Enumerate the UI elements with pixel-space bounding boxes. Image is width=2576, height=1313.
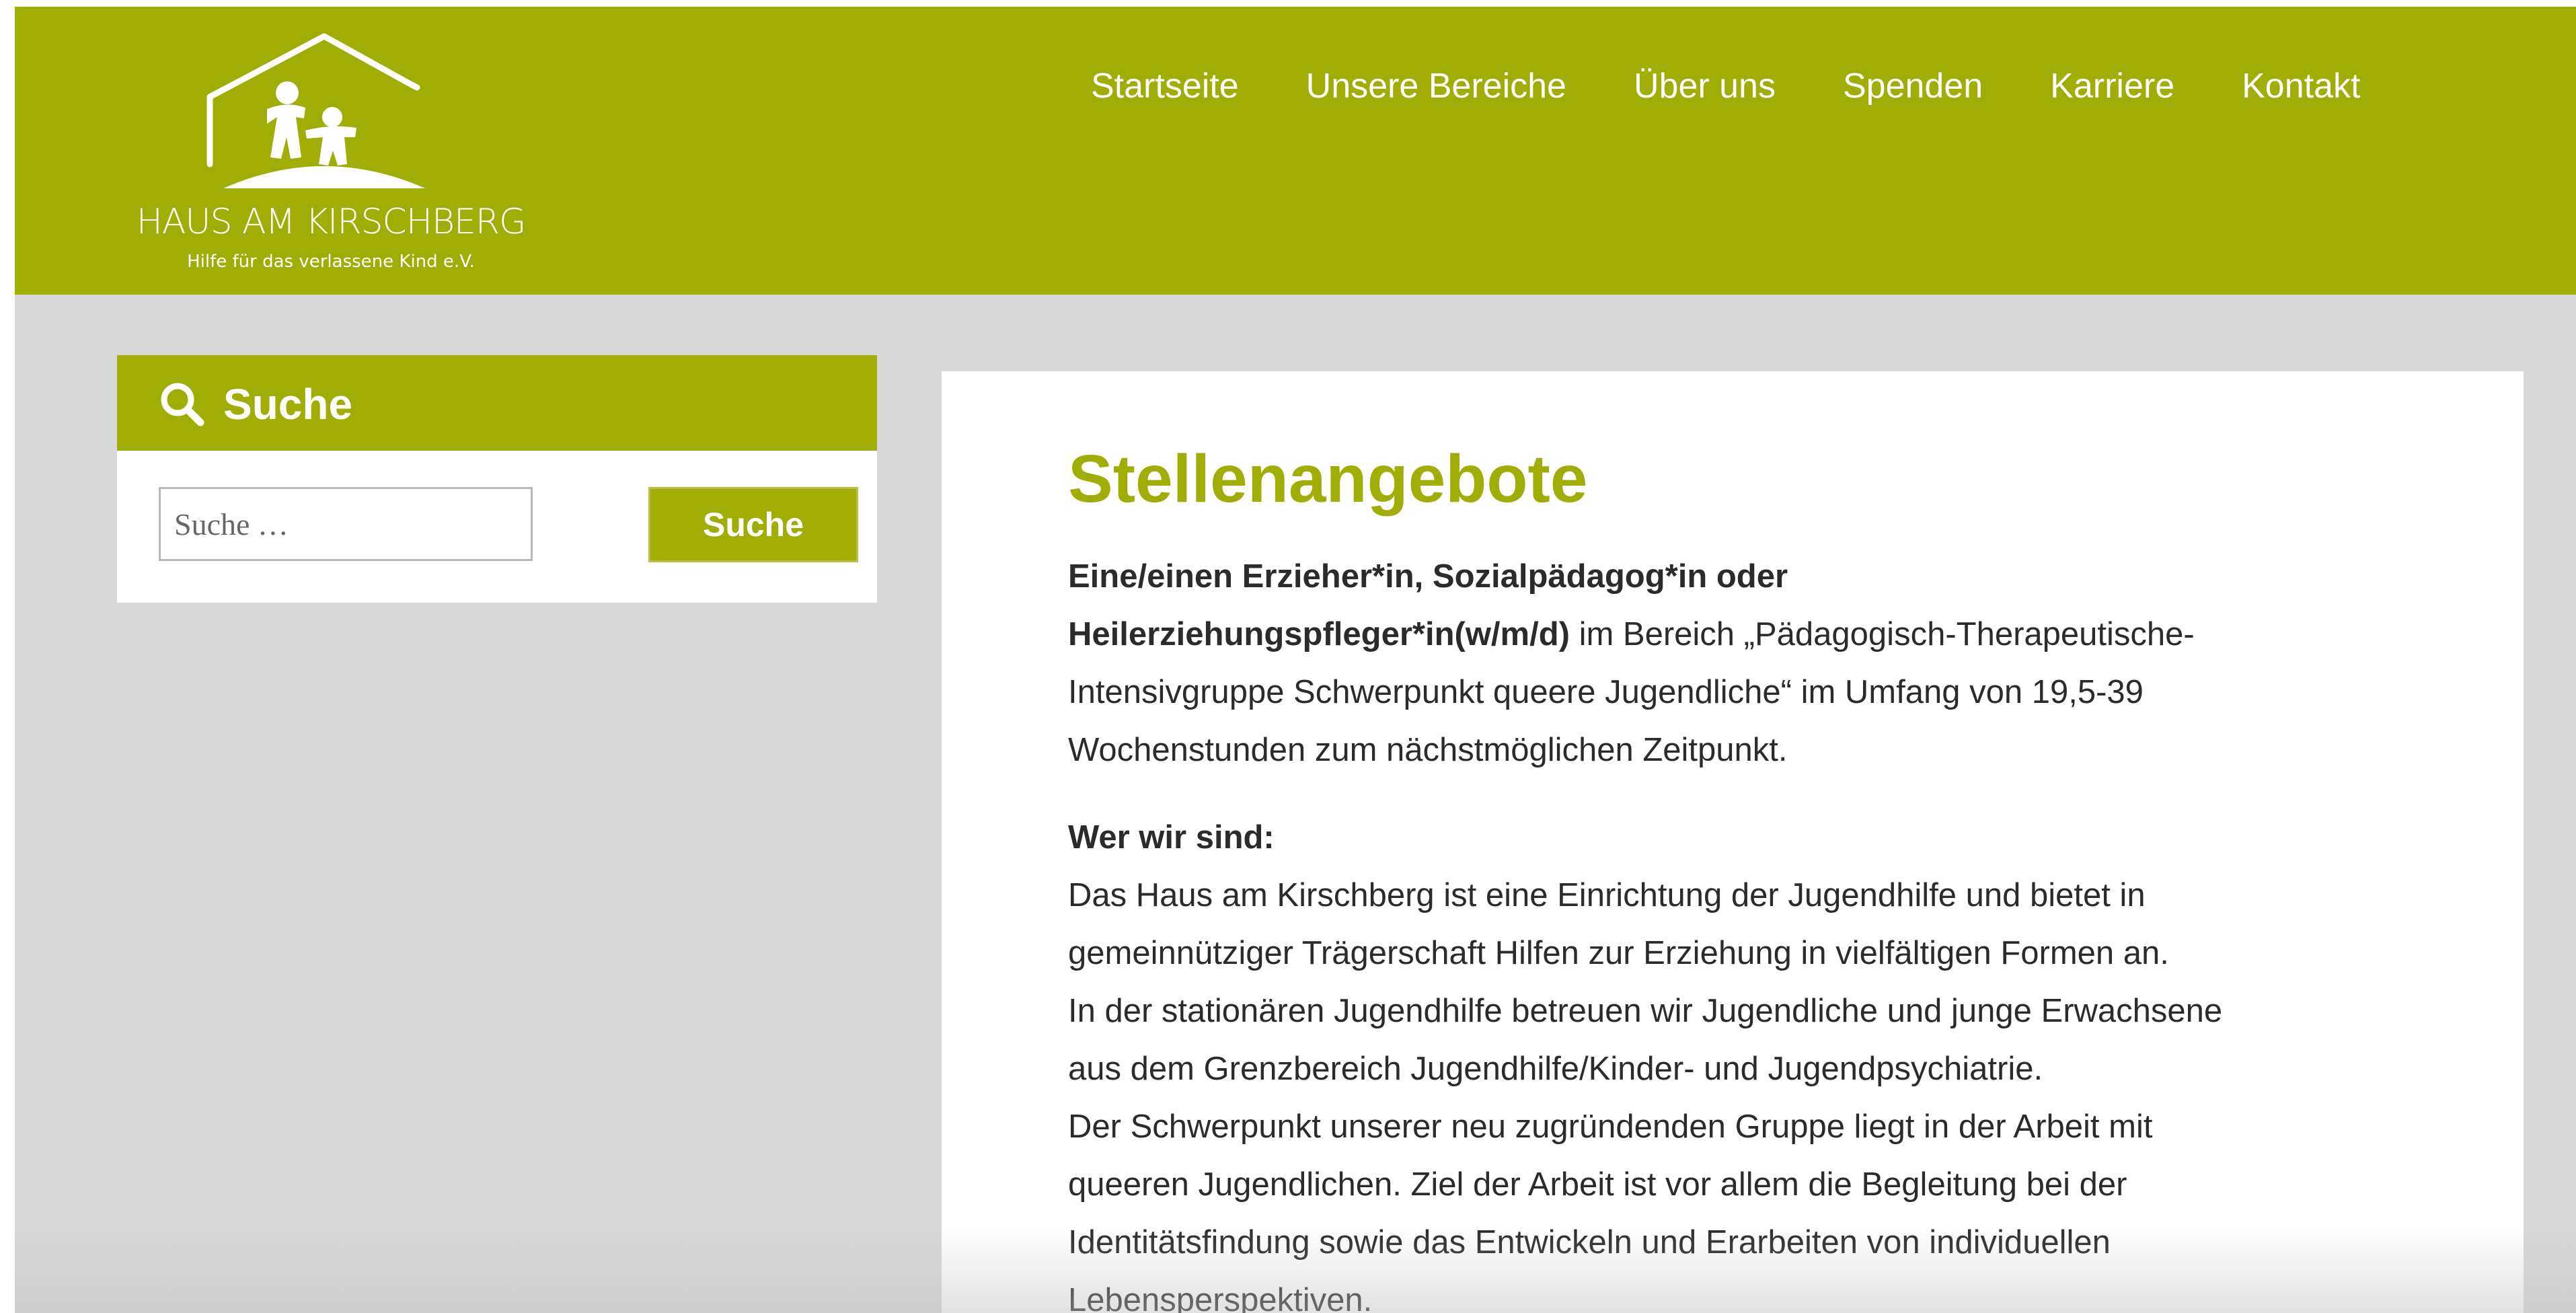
- section-heading: Wer wir sind:: [1068, 819, 1275, 856]
- paragraph-line: Der Schwerpunkt unserer neu zugründenden…: [1068, 1109, 2153, 1145]
- page-title: Stellenangebote: [1068, 441, 1588, 517]
- paragraph-line: Das Haus am Kirschberg ist eine Einricht…: [1068, 877, 2146, 913]
- logo-name: HAUS AM KIRSCHBERG: [136, 202, 527, 242]
- job-intro-text-3: Wochenstunden zum nächstmöglichen Zeitpu…: [1068, 732, 1788, 768]
- search-widget-header: Suche: [117, 355, 877, 451]
- main-navigation: Startseite Unsere Bereiche Über uns Spen…: [1091, 66, 2360, 106]
- nav-item-startseite[interactable]: Startseite: [1091, 66, 1239, 106]
- search-icon: [161, 383, 204, 426]
- site-logo[interactable]: HAUS AM KIRSCHBERG Hilfe für das verlass…: [129, 30, 533, 285]
- paragraph-line: queeren Jugendlichen. Ziel der Arbeit is…: [1068, 1166, 2127, 1203]
- paragraph-line: aus dem Grenzbereich Jugendhilfe/Kinder-…: [1068, 1051, 2043, 1087]
- about-section: Wer wir sind: Das Haus am Kirschberg ist…: [1068, 809, 2440, 1313]
- job-title-part-1: Eine/einen Erzieher*in, Sozialpädagog*in…: [1068, 558, 1788, 595]
- page: HAUS AM KIRSCHBERG Hilfe für das verlass…: [15, 7, 2576, 1313]
- article: Stellenangebote Eine/einen Erzieher*in, …: [942, 371, 2524, 1313]
- job-title-part-2: Heilerziehungspfleger*in(w/m/d): [1068, 616, 1570, 652]
- nav-item-ueber-uns[interactable]: Über uns: [1634, 66, 1776, 106]
- logo-subtitle: Hilfe für das verlassene Kind e.V.: [187, 252, 475, 272]
- article-content: Stellenangebote Eine/einen Erzieher*in, …: [1068, 439, 2440, 1313]
- job-intro: Eine/einen Erzieher*in, Sozialpädagog*in…: [1068, 548, 2440, 779]
- job-intro-text-1: im Bereich „Pädagogisch-Therapeutische-: [1569, 616, 2195, 652]
- job-intro-text-2: Intensivgruppe Schwerpunkt queere Jugend…: [1068, 674, 2144, 710]
- paragraph-line: gemeinnütziger Trägerschaft Hilfen zur E…: [1068, 935, 2169, 971]
- house-with-children-icon: [206, 33, 425, 188]
- search-widget: Suche Suche: [117, 355, 877, 603]
- paragraph-line: In der stationären Jugendhilfe betreuen …: [1068, 993, 2223, 1029]
- nav-item-unsere-bereiche[interactable]: Unsere Bereiche: [1306, 66, 1566, 106]
- search-button[interactable]: Suche: [648, 487, 858, 562]
- site-header: HAUS AM KIRSCHBERG Hilfe für das verlass…: [15, 7, 2576, 295]
- nav-item-kontakt[interactable]: Kontakt: [2242, 66, 2360, 106]
- search-input[interactable]: [159, 487, 533, 561]
- nav-item-karriere[interactable]: Karriere: [2050, 66, 2174, 106]
- paragraph-line: Identitätsfindung sowie das Entwickeln u…: [1068, 1224, 2111, 1261]
- paragraph-line: Lebensperspektiven.: [1068, 1282, 1373, 1313]
- nav-item-spenden[interactable]: Spenden: [1843, 66, 1983, 106]
- search-widget-title: Suche: [223, 380, 353, 428]
